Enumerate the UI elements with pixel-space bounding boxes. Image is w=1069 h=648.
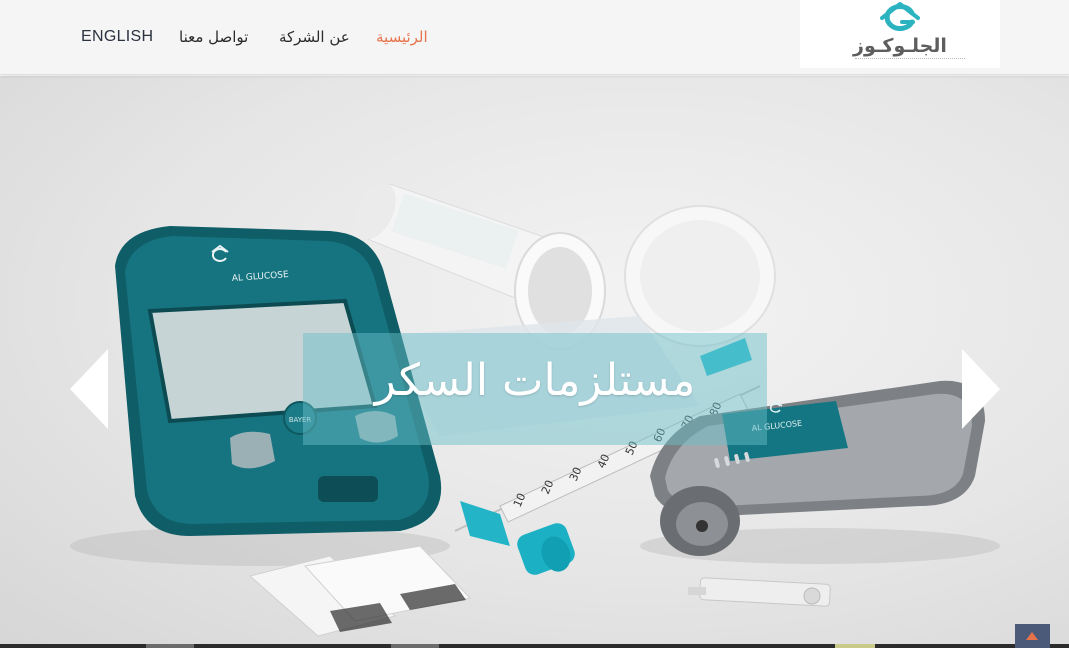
strip-segment <box>146 644 194 648</box>
nav-about[interactable]: عن الشركة <box>279 26 350 48</box>
chevron-left-icon <box>70 349 108 429</box>
navbar: الرئيسية عن الشركة تواصل معنا ENGLISH ال… <box>0 0 1069 75</box>
slide-caption-box: مستلزمات السكر <box>303 333 767 445</box>
site-logo[interactable]: الجلـوكـوز <box>800 0 1000 68</box>
lancet <box>688 577 831 607</box>
nav-home[interactable]: الرئيسية <box>376 26 428 48</box>
strip-segment <box>391 644 439 648</box>
logo-text: الجلـوكـوز <box>853 35 947 57</box>
hero-slider: BAYER AL GLUCOSE 10 20 30 40 50 60 70 80 AL GLU… <box>0 76 1069 644</box>
strip-segment <box>835 644 875 648</box>
nav-contact[interactable]: تواصل معنا <box>179 26 248 48</box>
arrow-up-icon <box>1026 632 1038 640</box>
slider-prev-button[interactable] <box>68 347 112 431</box>
nav-english[interactable]: ENGLISH <box>81 26 153 48</box>
slider-next-button[interactable] <box>958 347 1002 431</box>
chevron-right-icon <box>962 349 1000 429</box>
scroll-to-top-button[interactable] <box>1015 624 1050 648</box>
glucose-g-icon <box>880 2 920 31</box>
slide-caption: مستلزمات السكر <box>374 355 696 406</box>
bottom-strip <box>0 644 1069 648</box>
logo-underline <box>855 58 965 61</box>
